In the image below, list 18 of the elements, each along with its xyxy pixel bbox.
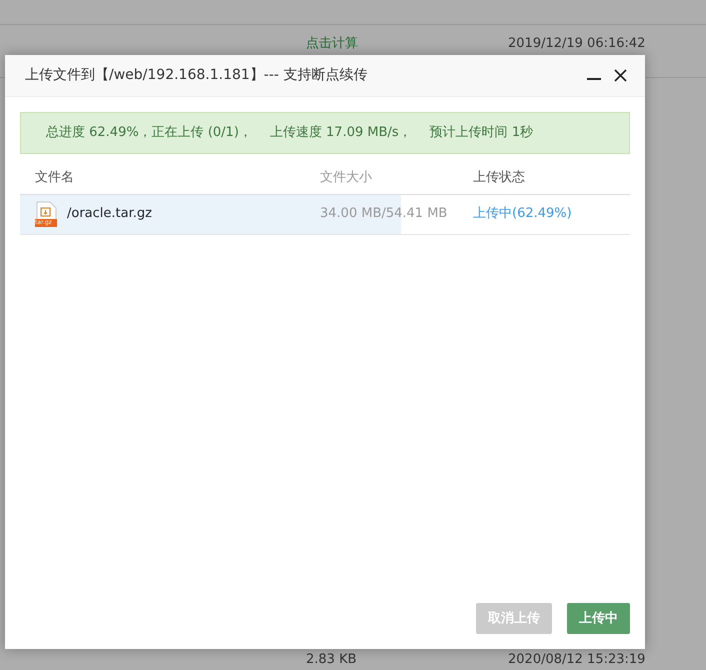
minimize-icon <box>587 78 601 80</box>
close-icon <box>614 69 627 82</box>
column-header: 文件名 <box>34 168 75 187</box>
upload-status: 上传中(62.49%) <box>473 205 573 224</box>
calculate-link[interactable]: 点击计算 <box>306 36 358 52</box>
file-size: 34.00 MB/54.41 MB <box>320 205 448 224</box>
summary-text: 预计上传时间 1秒 <box>430 124 534 142</box>
upload-button[interactable]: 上传中 <box>567 602 630 634</box>
column-header: 文件大小 <box>320 168 373 187</box>
close-button[interactable] <box>614 69 627 82</box>
file-name: /oracle.tar.gz <box>67 205 152 224</box>
summary-text: 上传速度 17.09 MB/s， <box>270 124 412 142</box>
column-header: 上传状态 <box>473 168 526 187</box>
table-cell: 2020/08/12 15:23:19 <box>508 652 646 668</box>
dialog-title: 上传文件到【/web/192.168.1.181】--- 支持断点续传 <box>25 66 368 85</box>
table-cell: 2019/12/19 06:16:42 <box>508 36 646 52</box>
summary-text: 总进度 62.49%，正在上传 (0/1)， <box>46 124 252 142</box>
table-cell: 2.83 KB <box>306 652 357 668</box>
